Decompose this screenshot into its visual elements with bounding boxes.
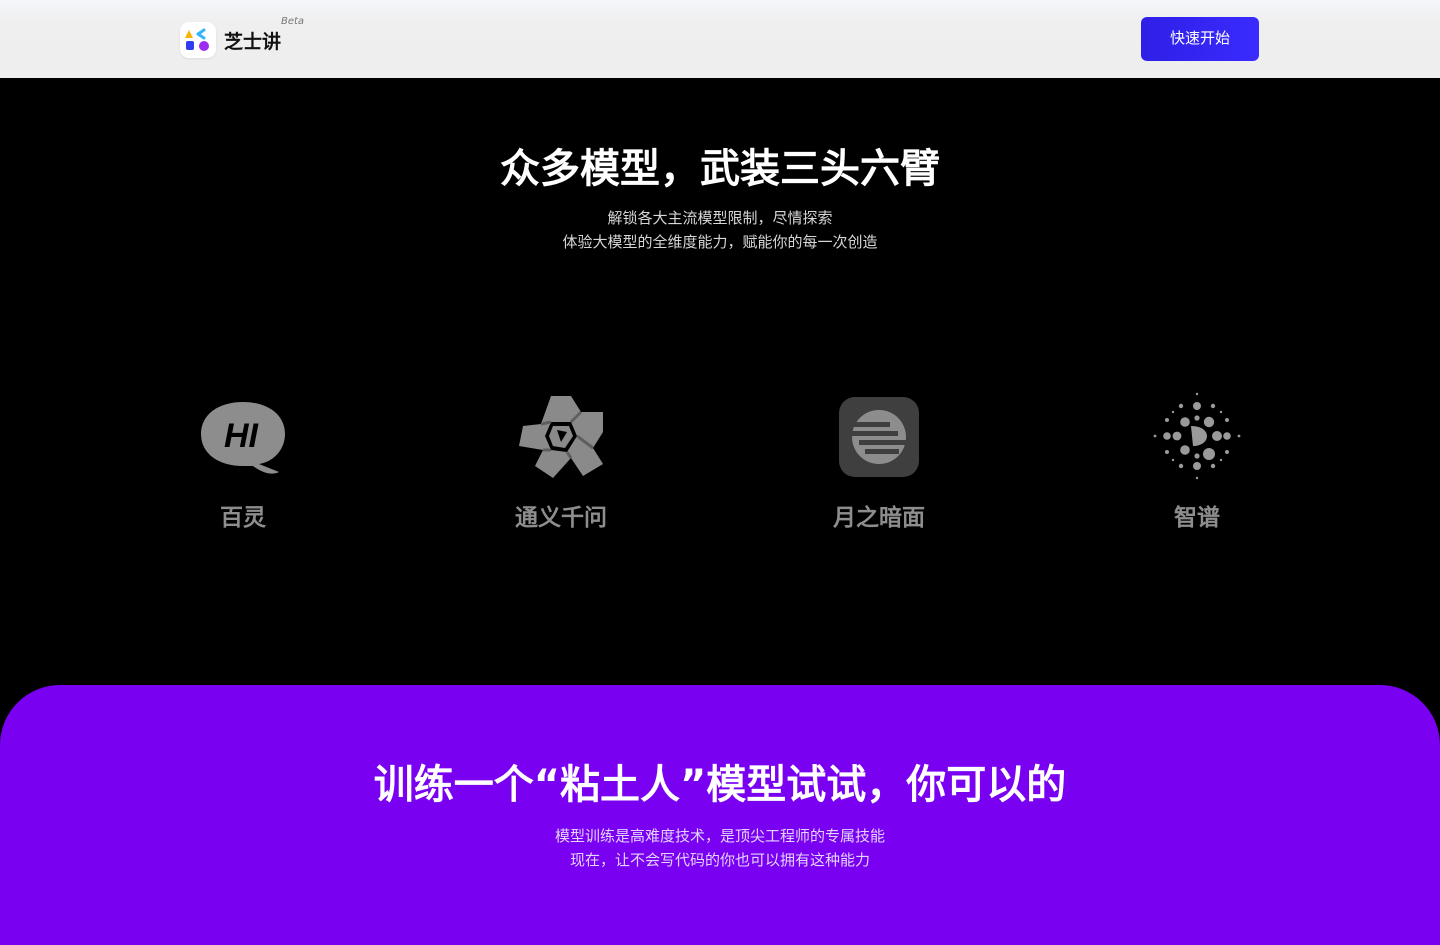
brand-name[interactable]: 芝士讲 (224, 27, 281, 54)
tongyi-qianwen-icon (517, 392, 605, 480)
model-name-moonshot: 月之暗面 (833, 505, 925, 531)
models-section-title: 众多模型，武装三头六臂 (500, 146, 940, 192)
zhipu-dots-icon (1153, 392, 1241, 480)
training-section-band (0, 685, 1440, 945)
moonshot-icon (835, 392, 923, 480)
model-card-moonshot[interactable]: 月之暗面 (799, 392, 959, 542)
model-card-bailing[interactable]: HI 百灵 (163, 392, 323, 542)
model-name-tongyi: 通义千问 (515, 505, 607, 531)
models-section-subtitle-line1: 解锁各大主流模型限制，尽情探索 (607, 209, 833, 227)
model-name-bailing: 百灵 (220, 505, 266, 531)
beta-badge: Beta (281, 16, 305, 27)
brand-logo-icon[interactable] (180, 22, 216, 58)
model-card-zhipu[interactable]: 智谱 (1117, 392, 1277, 542)
training-section-subtitle-line2: 现在，让不会写代码的你也可以拥有这种能力 (569, 851, 870, 869)
training-section-subtitle-line1: 模型训练是高难度技术，是顶尖工程师的专属技能 (554, 827, 885, 845)
top-navbar: 芝士讲 Beta 快速开始 (0, 0, 1440, 78)
svg-text:HI: HI (224, 417, 260, 455)
model-card-tongyi[interactable]: 通义千问 (481, 392, 641, 542)
models-section-subtitle-line2: 体验大模型的全维度能力，赋能你的每一次创造 (562, 233, 878, 251)
bailing-hi-bubble-icon: HI (199, 392, 287, 480)
quick-start-button[interactable]: 快速开始 (1141, 17, 1259, 61)
training-section-title: 训练一个“粘土人”模型试试，你可以的 (373, 762, 1067, 808)
model-name-zhipu: 智谱 (1174, 505, 1220, 531)
